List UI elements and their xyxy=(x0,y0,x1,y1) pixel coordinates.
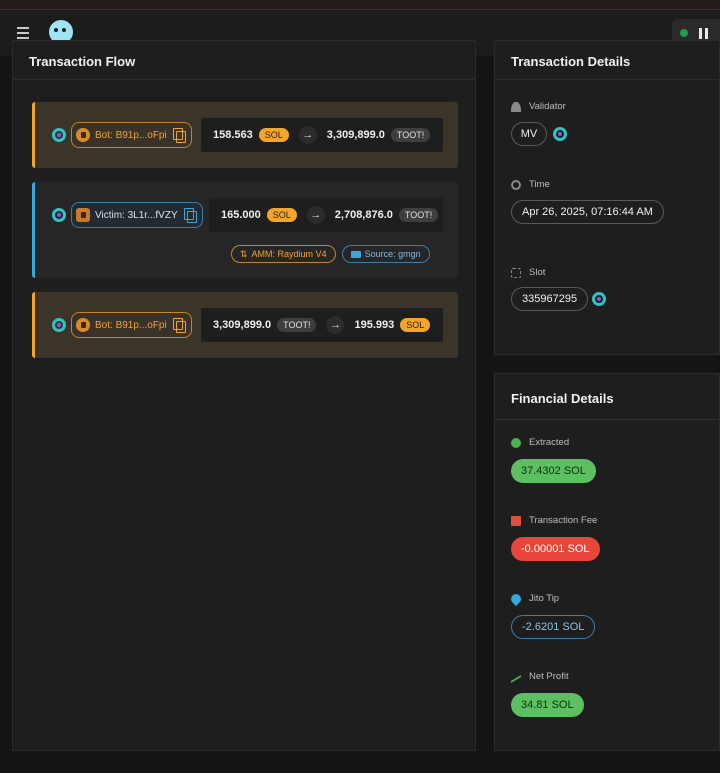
card-title: Transaction Details xyxy=(511,54,631,69)
wallet-icon xyxy=(76,208,90,222)
profit-value-pill: 34.81 SOL xyxy=(511,693,584,717)
tip-label: Jito Tip xyxy=(508,591,560,606)
dollar-icon xyxy=(511,437,521,448)
card-header: Transaction Flow xyxy=(13,41,475,80)
swap-vertical-icon: ⇅ xyxy=(240,248,248,259)
validator-value: MV xyxy=(520,128,538,140)
swap-in-amount: 3,309,899.0 xyxy=(213,319,272,331)
label-text: Extracted xyxy=(529,437,570,448)
label-text: Jito Tip xyxy=(529,593,560,604)
time-label: Time xyxy=(511,179,550,190)
trending-up-icon xyxy=(511,670,521,683)
token-badge: TOOT! xyxy=(398,208,439,222)
extracted-label: Extracted xyxy=(511,437,569,448)
folder-icon xyxy=(350,250,361,258)
card-header: Financial Details xyxy=(495,374,719,420)
token-badge: TOOT! xyxy=(390,128,431,142)
transaction-flow-card: Transaction Flow Bot: B91p...oFpi 158.56… xyxy=(12,40,476,751)
copy-icon[interactable] xyxy=(183,208,197,223)
label-text: Transaction Fee xyxy=(529,515,598,526)
swap-out-amount: 195.993 xyxy=(354,319,395,331)
tip-icon xyxy=(508,591,524,606)
slot-value: 335967295 xyxy=(522,293,578,305)
swap-out-amount: 2,708,876.0 xyxy=(334,209,393,221)
receipt-icon xyxy=(511,515,521,526)
transaction-row-bot-sell[interactable]: Bot: B91p...oFpi 3,309,899.0 TOOT! → 195… xyxy=(32,292,458,358)
amm-tag[interactable]: ⇅ AMM: Raydium V4 xyxy=(231,245,336,263)
source-tag[interactable]: Source: gmgn xyxy=(341,245,430,263)
extracted-value: 37.4302 SOL xyxy=(521,465,586,477)
swap-in-amount: 165.000 xyxy=(221,209,261,221)
card-header: Transaction Details xyxy=(495,41,719,80)
person-icon xyxy=(511,101,521,112)
token-badge: TOOT! xyxy=(277,318,317,332)
label-text: Time xyxy=(529,179,550,190)
source-label: Source: gmgn xyxy=(364,249,421,259)
shield-icon xyxy=(76,128,90,142)
financial-details-card: Financial Details Extracted 37.4302 SOL … xyxy=(494,373,720,751)
clock-icon xyxy=(511,179,521,190)
slot-icon xyxy=(511,267,521,278)
amm-label: AMM: Raydium V4 xyxy=(251,249,327,259)
slot-pill[interactable]: 335967295 xyxy=(511,287,589,311)
validator-label: Validator xyxy=(511,101,566,112)
shield-icon xyxy=(76,318,90,332)
token-badge: SOL xyxy=(400,318,431,332)
transaction-row-victim[interactable]: Victim: 3L1r...fVZY 165.000 SOL → 2,708,… xyxy=(32,182,458,278)
label-text: Slot xyxy=(529,267,546,278)
label-text: Net Profit xyxy=(529,671,569,682)
time-pill: Apr 26, 2025, 07:16:44 AM xyxy=(511,200,664,224)
time-value: Apr 26, 2025, 07:16:44 AM xyxy=(522,206,653,218)
address-label: Victim: 3L1r...fVZY xyxy=(95,209,178,221)
protocol-icon xyxy=(52,208,66,222)
validator-pill[interactable]: MV xyxy=(511,122,547,146)
address-label: Bot: B91p...oFpi xyxy=(95,319,167,331)
protocol-icon xyxy=(52,318,66,332)
profit-value: 34.81 SOL xyxy=(521,699,574,711)
tip-value-pill: -2.6201 SOL xyxy=(511,615,596,639)
tip-value: -2.6201 SOL xyxy=(522,621,585,633)
fee-value: -0.00001 SOL xyxy=(521,543,590,555)
arrow-right-icon: → xyxy=(326,316,345,334)
copy-icon[interactable] xyxy=(172,318,186,333)
bot-address-chip[interactable]: Bot: B91p...oFpi xyxy=(71,122,192,148)
profit-label: Net Profit xyxy=(511,670,569,683)
slot-label: Slot xyxy=(511,267,545,278)
validator-logo-icon xyxy=(553,127,567,141)
pause-icon[interactable] xyxy=(699,28,709,39)
arrow-right-icon: → xyxy=(298,126,317,144)
fee-value-pill: -0.00001 SOL xyxy=(511,537,600,561)
fee-label: Transaction Fee xyxy=(511,515,597,526)
transaction-details-card: Transaction Details Validator MV Time Ap… xyxy=(494,40,720,355)
swap-summary: 165.000 SOL → 2,708,876.0 TOOT! xyxy=(209,198,443,232)
window-top-strip xyxy=(0,0,720,10)
bot-address-chip[interactable]: Bot: B91p...oFpi xyxy=(71,312,192,338)
swap-out-amount: 3,309,899.0 xyxy=(326,129,385,141)
copy-icon[interactable] xyxy=(172,128,186,143)
card-title: Transaction Flow xyxy=(29,54,136,69)
swap-summary: 158.563 SOL → 3,309,899.0 TOOT! xyxy=(201,118,443,152)
victim-address-chip[interactable]: Victim: 3L1r...fVZY xyxy=(71,202,203,228)
address-label: Bot: B91p...oFpi xyxy=(95,129,167,141)
live-status-icon xyxy=(680,29,688,37)
extracted-value-pill: 37.4302 SOL xyxy=(511,459,596,483)
transaction-tags: ⇅ AMM: Raydium V4 Source: gmgn xyxy=(231,245,430,263)
card-title: Financial Details xyxy=(511,391,614,406)
label-text: Validator xyxy=(529,101,566,112)
swap-summary: 3,309,899.0 TOOT! → 195.993 SOL xyxy=(201,308,443,342)
explorer-logo-icon[interactable] xyxy=(592,292,606,306)
protocol-icon xyxy=(52,128,66,142)
token-badge: SOL xyxy=(266,208,297,222)
transaction-row-bot-buy[interactable]: Bot: B91p...oFpi 158.563 SOL → 3,309,899… xyxy=(32,102,458,168)
arrow-right-icon: → xyxy=(306,206,325,224)
token-badge: SOL xyxy=(258,128,289,142)
swap-in-amount: 158.563 xyxy=(213,129,253,141)
